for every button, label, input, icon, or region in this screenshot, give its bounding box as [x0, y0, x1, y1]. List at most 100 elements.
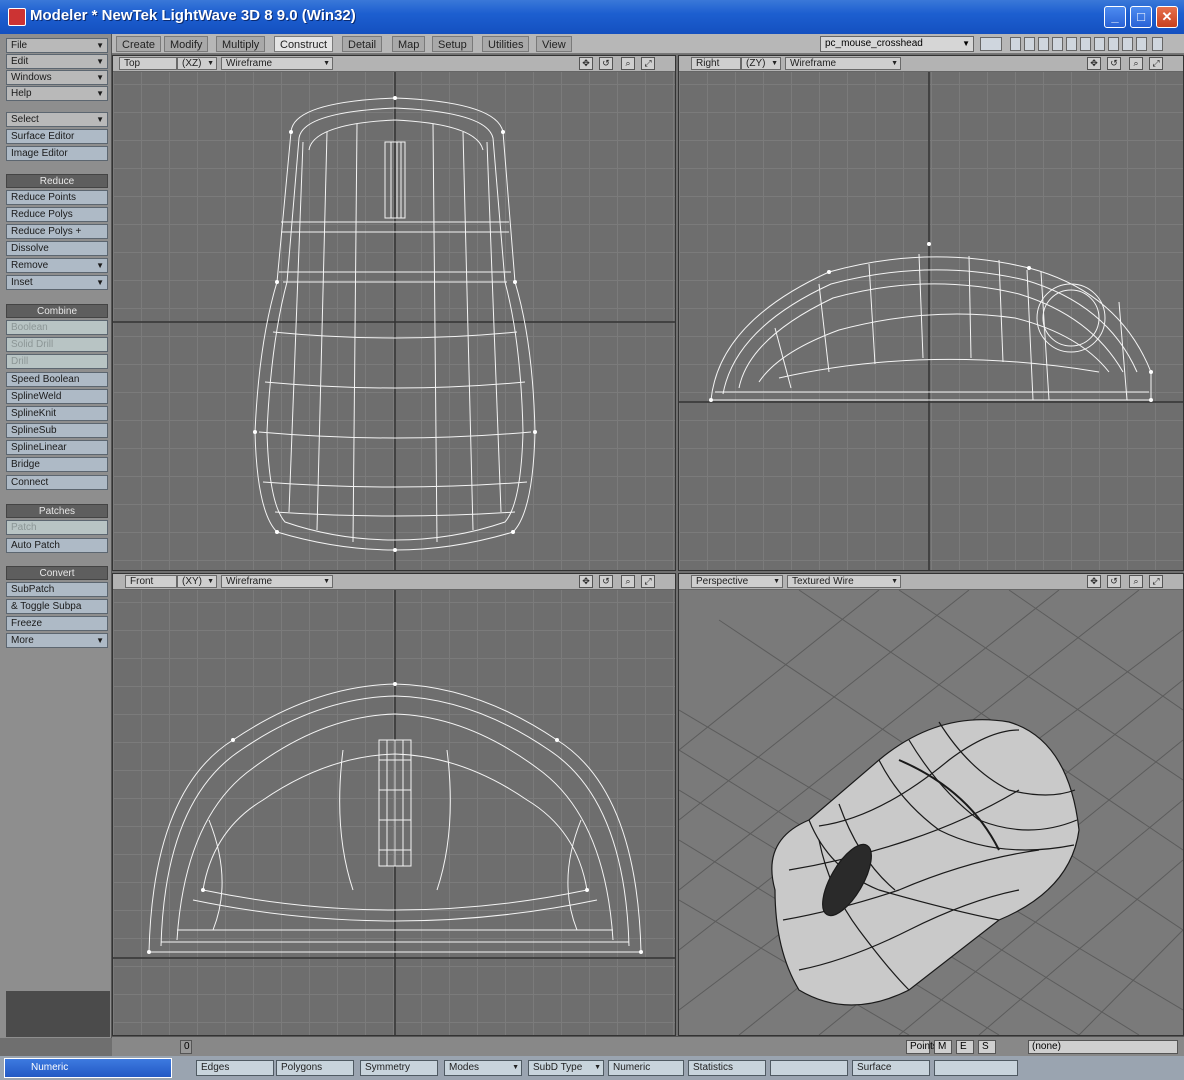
- move-view-icon[interactable]: ✥: [579, 575, 593, 588]
- mode-e-button[interactable]: E: [956, 1040, 974, 1054]
- more-menu[interactable]: More: [6, 633, 108, 648]
- tab-view[interactable]: View: [536, 36, 572, 52]
- toggle-subpatch-button[interactable]: & Toggle Subpa: [6, 599, 108, 614]
- layer-button-6[interactable]: [1080, 37, 1091, 51]
- render-mode-select[interactable]: Wireframe: [221, 57, 333, 70]
- view-axis-select[interactable]: (XY): [177, 575, 217, 588]
- reduce-polys-button[interactable]: Reduce Polys: [6, 207, 108, 222]
- connect-button[interactable]: Connect: [6, 475, 108, 490]
- layer-button-8[interactable]: [1108, 37, 1119, 51]
- maximize-view-icon[interactable]: ⤢: [641, 57, 655, 70]
- minimize-button[interactable]: _: [1104, 6, 1126, 28]
- view-axis-select[interactable]: (ZY): [741, 57, 781, 70]
- polygons-button[interactable]: Polygons: [276, 1060, 354, 1076]
- tab-multiply[interactable]: Multiply: [216, 36, 266, 52]
- layer-toggle-button[interactable]: [980, 37, 1002, 51]
- rotate-view-icon[interactable]: ↺: [599, 57, 613, 70]
- object-select-dropdown[interactable]: pc_mouse_crosshead: [820, 36, 974, 52]
- view-type-select[interactable]: Perspective: [691, 575, 783, 588]
- zoom-view-icon[interactable]: ⌕: [621, 575, 635, 588]
- zoom-view-icon[interactable]: ⌕: [1129, 575, 1143, 588]
- tab-utilities[interactable]: Utilities: [482, 36, 530, 52]
- move-view-icon[interactable]: ✥: [1087, 57, 1101, 70]
- reduce-polys-plus-button[interactable]: Reduce Polys +: [6, 224, 108, 239]
- maximize-button[interactable]: □: [1130, 6, 1152, 28]
- viewport-front[interactable]: Front (XY) Wireframe ✥ ↺ ⌕ ⤢: [112, 573, 676, 1036]
- maximize-view-icon[interactable]: ⤢: [641, 575, 655, 588]
- move-view-icon[interactable]: ✥: [579, 57, 593, 70]
- maximize-view-icon[interactable]: ⤢: [1149, 57, 1163, 70]
- windows-menu[interactable]: Windows: [6, 70, 108, 85]
- render-mode-select[interactable]: Wireframe: [221, 575, 333, 588]
- view-type-select[interactable]: Right: [691, 57, 741, 70]
- viewport-perspective-canvas[interactable]: [679, 590, 1183, 1035]
- layer-button-9[interactable]: [1122, 37, 1133, 51]
- subpatch-button[interactable]: SubPatch: [6, 582, 108, 597]
- view-type-select[interactable]: Front: [125, 575, 177, 588]
- patch-button[interactable]: Patch: [6, 520, 108, 535]
- bridge-button[interactable]: Bridge: [6, 457, 108, 472]
- dissolve-button[interactable]: Dissolve: [6, 241, 108, 256]
- splinesub-button[interactable]: SplineSub: [6, 423, 108, 438]
- edit-menu[interactable]: Edit: [6, 54, 108, 69]
- file-menu[interactable]: File: [6, 38, 108, 53]
- drill-button[interactable]: Drill: [6, 354, 108, 369]
- splineknit-button[interactable]: SplineKnit: [6, 406, 108, 421]
- zoom-view-icon[interactable]: ⌕: [621, 57, 635, 70]
- layer-button-4[interactable]: [1052, 37, 1063, 51]
- viewport-top-canvas[interactable]: [113, 72, 675, 570]
- render-mode-select[interactable]: Textured Wire: [787, 575, 901, 588]
- surface-editor-button[interactable]: Surface Editor: [6, 129, 108, 144]
- view-axis-select[interactable]: (XZ): [177, 57, 217, 70]
- layer-menu-button[interactable]: [1152, 37, 1163, 51]
- layer-button-7[interactable]: [1094, 37, 1105, 51]
- rotate-view-icon[interactable]: ↺: [1107, 575, 1121, 588]
- auto-patch-button[interactable]: Auto Patch: [6, 538, 108, 553]
- info-button[interactable]: [770, 1060, 848, 1076]
- layer-button-10[interactable]: [1136, 37, 1147, 51]
- numeric-panel-button[interactable]: Numeric: [4, 1058, 172, 1078]
- close-button[interactable]: ✕: [1156, 6, 1178, 28]
- freeze-button[interactable]: Freeze: [6, 616, 108, 631]
- viewport-right[interactable]: Right (ZY) Wireframe ✥ ↺ ⌕ ⤢: [678, 55, 1184, 571]
- move-view-icon[interactable]: ✥: [1087, 575, 1101, 588]
- mode-s-button[interactable]: S: [978, 1040, 996, 1054]
- mode-m-button[interactable]: M: [934, 1040, 952, 1054]
- viewport-perspective[interactable]: Perspective Textured Wire ✥ ↺ ⌕ ⤢: [678, 573, 1184, 1036]
- viewport-top[interactable]: Top (XZ) Wireframe ✥ ↺ ⌕ ⤢: [112, 55, 676, 571]
- numeric-button[interactable]: Numeric: [608, 1060, 684, 1076]
- tab-modify[interactable]: Modify: [164, 36, 209, 52]
- help-menu[interactable]: Help: [6, 86, 108, 101]
- subd-type-dropdown[interactable]: SubD Type: [528, 1060, 604, 1076]
- layer-button-5[interactable]: [1066, 37, 1077, 51]
- maximize-view-icon[interactable]: ⤢: [1149, 575, 1163, 588]
- rotate-view-icon[interactable]: ↺: [1107, 57, 1121, 70]
- tab-create[interactable]: Create: [116, 36, 162, 52]
- tab-setup[interactable]: Setup: [432, 36, 473, 52]
- viewport-right-canvas[interactable]: [679, 72, 1183, 570]
- viewport-front-canvas[interactable]: [113, 590, 675, 1035]
- remove-menu[interactable]: Remove: [6, 258, 108, 273]
- symmetry-button[interactable]: Symmetry: [360, 1060, 438, 1076]
- layer-button-3[interactable]: [1038, 37, 1049, 51]
- solid-drill-button[interactable]: Solid Drill: [6, 337, 108, 352]
- tab-construct[interactable]: Construct: [274, 36, 334, 52]
- speed-boolean-button[interactable]: Speed Boolean: [6, 372, 108, 387]
- tab-map[interactable]: Map: [392, 36, 426, 52]
- reduce-points-button[interactable]: Reduce Points: [6, 190, 108, 205]
- rotate-view-icon[interactable]: ↺: [599, 575, 613, 588]
- inset-menu[interactable]: Inset: [6, 275, 108, 290]
- render-mode-select[interactable]: Wireframe: [785, 57, 901, 70]
- image-editor-button[interactable]: Image Editor: [6, 146, 108, 161]
- select-menu[interactable]: Select: [6, 112, 108, 127]
- layer-button-1[interactable]: [1010, 37, 1021, 51]
- view-type-select[interactable]: Top: [119, 57, 177, 70]
- statistics-button[interactable]: Statistics: [688, 1060, 766, 1076]
- points-mode-button[interactable]: Points: [906, 1040, 938, 1054]
- splineweld-button[interactable]: SplineWeld: [6, 389, 108, 404]
- layer-button-2[interactable]: [1024, 37, 1035, 51]
- surface-button[interactable]: Surface: [852, 1060, 930, 1076]
- boolean-button[interactable]: Boolean: [6, 320, 108, 335]
- vmap-button[interactable]: [934, 1060, 1018, 1076]
- modes-dropdown[interactable]: Modes: [444, 1060, 522, 1076]
